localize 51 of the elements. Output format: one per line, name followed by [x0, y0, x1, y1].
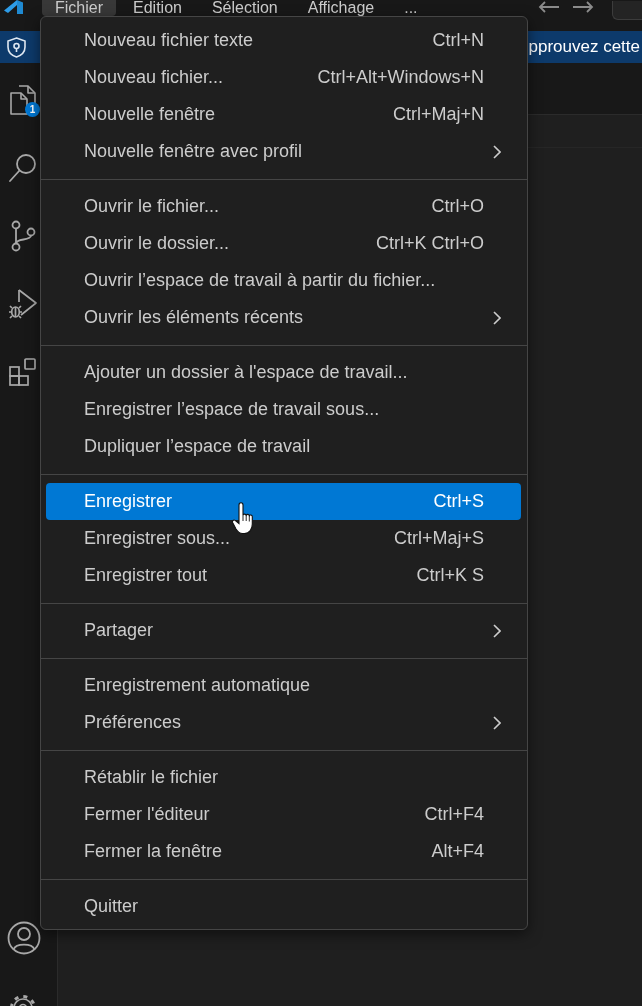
- shortcut-text: Ctrl+O: [431, 196, 484, 217]
- account-icon[interactable]: [7, 921, 41, 955]
- menu-item[interactable]: Nouvelle fenêtre avec profil: [46, 133, 521, 170]
- menu-item[interactable]: Nouveau fichier... Ctrl+Alt+Windows+N: [46, 59, 521, 96]
- gear-icon[interactable]: [9, 994, 37, 1006]
- files-icon[interactable]: [8, 84, 38, 116]
- shortcut-text: Ctrl+K S: [416, 565, 484, 586]
- banner-text: pprouvez cette: [528, 37, 641, 57]
- search-icon[interactable]: [8, 153, 38, 183]
- menu-item[interactable]: Ouvrir le fichier... Ctrl+O: [46, 188, 521, 225]
- menu-item[interactable]: Ajouter un dossier à l'espace de travail...: [46, 354, 521, 391]
- menu-title[interactable]: ...: [391, 0, 431, 16]
- shortcut-text: Ctrl+Alt+Windows+N: [317, 67, 484, 88]
- play-bug-icon[interactable]: [8, 288, 38, 320]
- shortcut-text: Alt+F4: [431, 841, 484, 862]
- menu-item[interactable]: Enregistrement automatique: [46, 667, 521, 704]
- shortcut-text: Ctrl+K Ctrl+O: [375, 233, 484, 254]
- shortcut-text: Ctrl+N: [432, 30, 484, 51]
- menu-item[interactable]: Fermer la fenêtre Alt+F4: [46, 833, 521, 870]
- count-badge: 1: [25, 102, 40, 117]
- forward-arrow-icon[interactable]: [572, 1, 594, 13]
- menu-item[interactable]: Enregistrer l’espace de travail sous...: [46, 391, 521, 428]
- menu-item[interactable]: Préférences: [46, 704, 521, 741]
- menu-item[interactable]: Enregistrer Ctrl+S: [46, 483, 521, 520]
- menu-item[interactable]: Ouvrir les éléments récents: [46, 299, 521, 336]
- menu-title[interactable]: Edition: [120, 0, 195, 16]
- shortcut-text: Ctrl+S: [433, 491, 484, 512]
- menu-item[interactable]: Dupliquer l’espace de travail: [46, 428, 521, 465]
- menu-title[interactable]: Affichage: [294, 0, 388, 16]
- shortcut-text: Ctrl+Maj+S: [393, 528, 484, 549]
- shortcut-text: Ctrl+F4: [424, 804, 484, 825]
- branch-icon[interactable]: [9, 220, 37, 252]
- menu-item[interactable]: Fermer l'éditeur Ctrl+F4: [46, 796, 521, 833]
- command-search-field[interactable]: [612, 1, 642, 20]
- menu-item[interactable]: Nouveau fichier texte Ctrl+N: [46, 22, 521, 59]
- extensions-icon[interactable]: [8, 357, 38, 387]
- back-arrow-icon[interactable]: [538, 1, 560, 13]
- menu-item[interactable]: Ouvrir l’espace de travail à partir du fichier...: [46, 262, 521, 299]
- menu-item[interactable]: Partager: [46, 612, 521, 649]
- menu-item[interactable]: Nouvelle fenêtre Ctrl+Maj+N: [46, 96, 521, 133]
- hand-pointer-icon: [231, 502, 255, 535]
- shortcut-text: Ctrl+Maj+N: [392, 104, 484, 125]
- app-logo-icon: [2, 0, 24, 14]
- shield-icon: [7, 36, 26, 58]
- menu-item[interactable]: Quitter: [46, 888, 521, 925]
- menu-item[interactable]: Enregistrer tout Ctrl+K S: [46, 557, 521, 594]
- menu-item[interactable]: Rétablir le fichier: [46, 759, 521, 796]
- menu-title[interactable]: Fichier: [42, 0, 116, 16]
- menu-title[interactable]: Sélection: [198, 0, 291, 16]
- menu-item[interactable]: Enregistrer sous... Ctrl+Maj+S: [46, 520, 521, 557]
- menu-item[interactable]: Ouvrir le dossier... Ctrl+K Ctrl+O: [46, 225, 521, 262]
